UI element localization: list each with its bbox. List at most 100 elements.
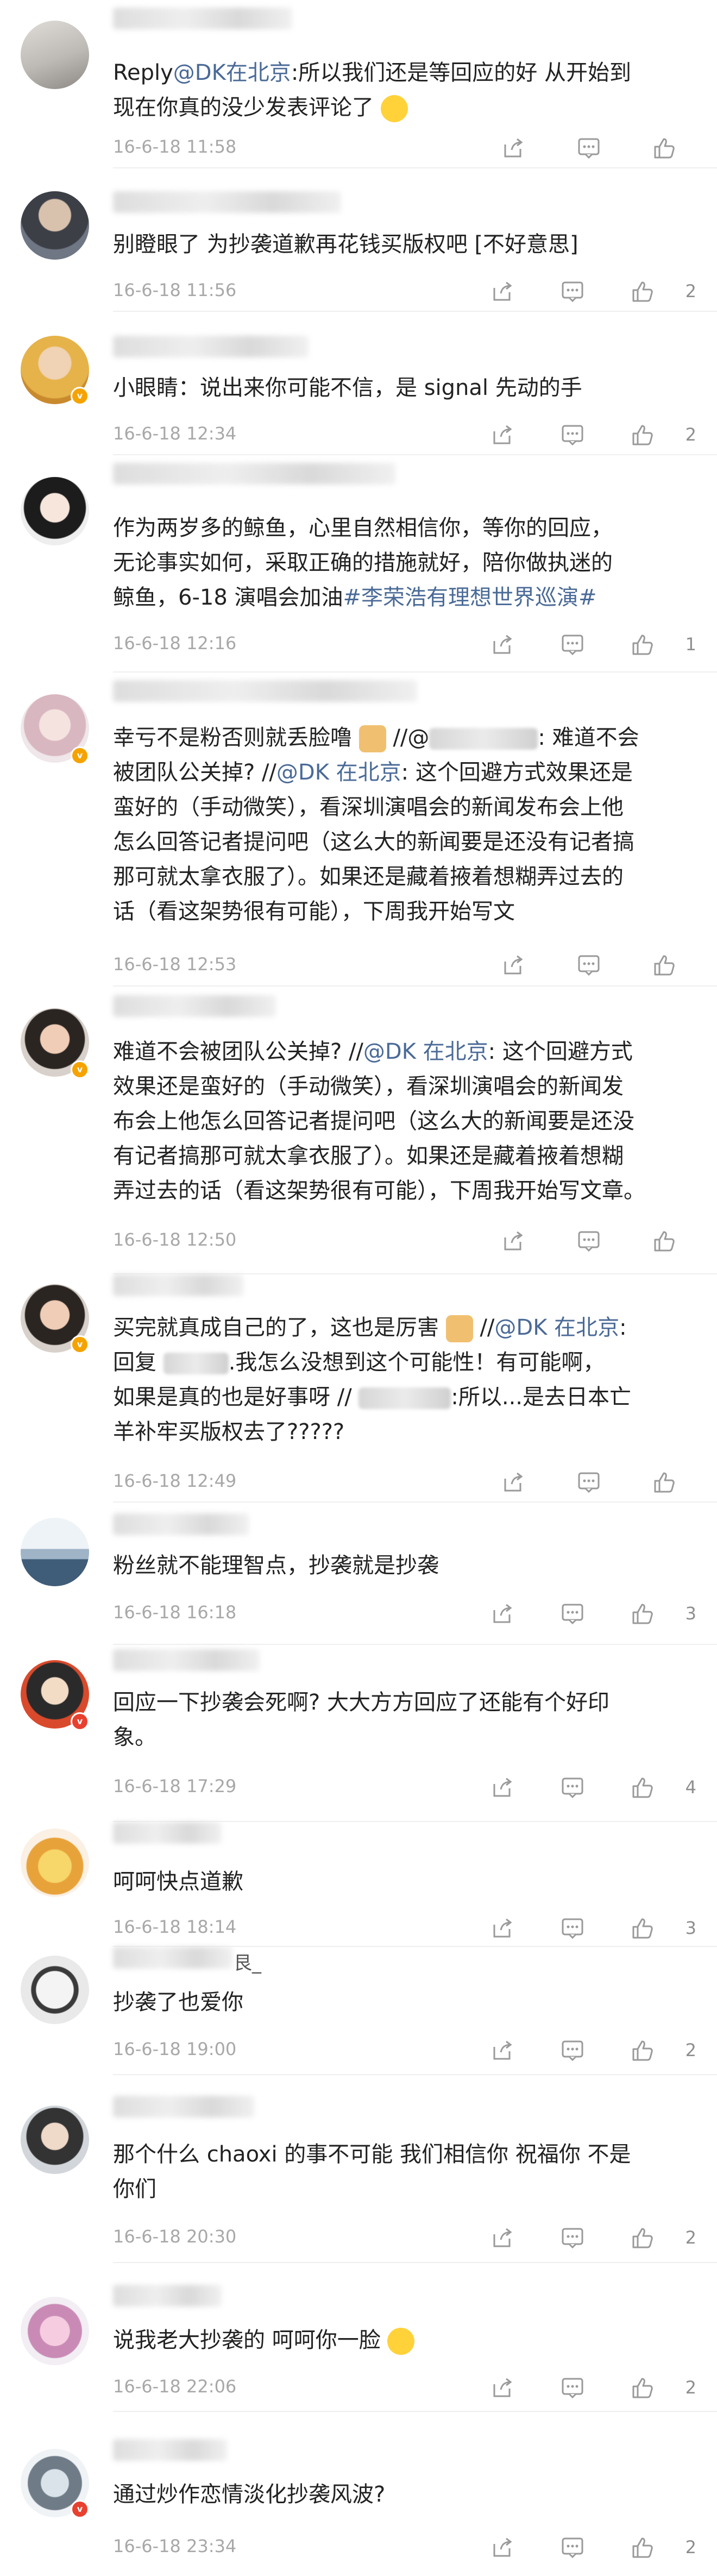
- like-count: 3: [685, 1918, 696, 1938]
- comment-text: 幸亏不是粉否则就丢脸噜 //@: 难道不会 被团队公关掉? //@DK 在北京:…: [113, 725, 639, 924]
- comment-icon[interactable]: [576, 1469, 602, 1495]
- comment-time: 16-6-18 11:58: [113, 136, 237, 157]
- like-icon[interactable]: [630, 2374, 656, 2401]
- comment-icon[interactable]: [559, 278, 586, 304]
- like-icon[interactable]: [630, 1774, 656, 1800]
- comment-icon[interactable]: [576, 135, 602, 161]
- comment-icon[interactable]: [559, 1774, 586, 1800]
- like-count: 4: [685, 1777, 696, 1798]
- like-count: 3: [685, 1603, 696, 1624]
- like-icon[interactable]: [652, 1228, 678, 1254]
- blurred-username[interactable]: [163, 1353, 229, 1374]
- username-blurred[interactable]: [113, 8, 292, 29]
- avatar[interactable]: [21, 191, 89, 260]
- username-blurred[interactable]: [113, 191, 341, 213]
- action-bar: 2: [445, 2037, 717, 2063]
- comment-text: 那个什么 chaoxi 的事不可能 我们相信你 祝福你 不是 你们: [113, 2142, 631, 2202]
- share-icon[interactable]: [489, 2225, 515, 2251]
- avatar[interactable]: [21, 1518, 89, 1586]
- share-icon[interactable]: [489, 422, 515, 448]
- comment-item: 呵呵快点道歉 16-6-18 18:14 3: [0, 1822, 717, 1960]
- like-count: 2: [685, 2377, 696, 2398]
- like-icon[interactable]: [652, 1469, 678, 1495]
- like-icon[interactable]: [630, 2534, 656, 2560]
- username-blurred[interactable]: [113, 1947, 232, 1969]
- like-count: 2: [685, 424, 696, 445]
- share-icon[interactable]: [489, 2534, 515, 2560]
- username-blurred[interactable]: [113, 995, 276, 1017]
- share-icon[interactable]: [489, 1915, 515, 1941]
- like-icon[interactable]: [652, 135, 678, 161]
- mention-link[interactable]: @DK 在北京: [363, 1039, 488, 1064]
- comment-time: 16-6-18 17:29: [113, 1776, 237, 1796]
- username-blurred[interactable]: [113, 2439, 227, 2461]
- comment-icon[interactable]: [559, 2534, 586, 2560]
- like-icon[interactable]: [630, 1915, 656, 1941]
- doge-emoji-icon: [445, 1315, 473, 1342]
- username-blurred[interactable]: [113, 2096, 254, 2118]
- comment-item: 别瞪眼了 为抄袭道歉再花钱买版权吧 [不好意思] 16-6-18 11:56 2: [0, 168, 717, 312]
- comment-item: v 小眼睛：说出来你可能不信，是 signal 先动的手 16-6-18 12:…: [0, 312, 717, 455]
- comment-time: 16-6-18 18:14: [113, 1917, 237, 1937]
- comment-item: v 通过炒作恋情淡化抄袭风波? 16-6-18 23:34 2: [0, 2421, 717, 2576]
- like-icon[interactable]: [630, 422, 656, 448]
- share-icon[interactable]: [489, 2374, 515, 2401]
- avatar[interactable]: [21, 1829, 89, 1897]
- username-blurred[interactable]: [113, 1649, 260, 1671]
- hashtag-link[interactable]: #李荣浩有理想世界巡演#: [343, 585, 597, 610]
- avatar[interactable]: [21, 2106, 89, 2174]
- action-bar: 3: [445, 1915, 717, 1941]
- comment-icon[interactable]: [559, 2225, 586, 2251]
- username-blurred[interactable]: [113, 2285, 222, 2307]
- comment-item: 艮_ 抄袭了也爱你 16-6-18 19:00 2: [0, 1946, 717, 2088]
- share-icon[interactable]: [489, 278, 515, 304]
- mention-link[interactable]: @DK 在北京: [494, 1315, 619, 1340]
- comment-time: 16-6-18 19:00: [113, 2039, 237, 2059]
- comment-time: 16-6-18 12:34: [113, 423, 237, 444]
- action-bar: 1: [445, 631, 717, 657]
- share-icon[interactable]: [500, 1469, 526, 1495]
- comment-icon[interactable]: [576, 952, 602, 978]
- avatar[interactable]: [21, 21, 89, 89]
- like-icon[interactable]: [630, 2037, 656, 2063]
- username-blurred[interactable]: [113, 1274, 243, 1296]
- username-blurred[interactable]: [113, 680, 417, 702]
- comment-icon[interactable]: [559, 1600, 586, 1626]
- comment-icon[interactable]: [576, 1228, 602, 1254]
- share-icon[interactable]: [489, 2037, 515, 2063]
- like-icon[interactable]: [630, 278, 656, 304]
- username-blurred[interactable]: [113, 1513, 249, 1535]
- comment-icon[interactable]: [559, 422, 586, 448]
- comment-icon[interactable]: [559, 2374, 586, 2401]
- share-icon[interactable]: [500, 1228, 526, 1254]
- comment-icon[interactable]: [559, 2037, 586, 2063]
- like-icon[interactable]: [630, 1600, 656, 1626]
- share-icon[interactable]: [489, 1600, 515, 1626]
- comment-text: 别瞪眼了 为抄袭道歉再花钱买版权吧 [不好意思]: [113, 232, 578, 257]
- like-count: 2: [685, 281, 696, 301]
- comment-item: 说我老大抄袭的 呵呵你一脸 16-6-18 22:06 2: [0, 2263, 717, 2421]
- share-icon[interactable]: [489, 1774, 515, 1800]
- action-bar: 2: [445, 422, 717, 448]
- mention-link[interactable]: @DK 在北京: [276, 760, 401, 785]
- comment-icon[interactable]: [559, 1915, 586, 1941]
- like-icon[interactable]: [630, 2225, 656, 2251]
- avatar[interactable]: [21, 477, 89, 545]
- blurred-username[interactable]: [358, 1387, 451, 1409]
- avatar[interactable]: [21, 1956, 89, 2024]
- username-blurred[interactable]: [113, 1822, 222, 1844]
- username-blurred[interactable]: [113, 336, 309, 357]
- comment-icon[interactable]: [559, 631, 586, 657]
- avatar[interactable]: [21, 2297, 89, 2365]
- blurred-username[interactable]: [429, 728, 538, 750]
- comment-time: 16-6-18 11:56: [113, 280, 237, 300]
- username-blurred[interactable]: [113, 463, 395, 485]
- share-icon[interactable]: [489, 631, 515, 657]
- like-icon[interactable]: [652, 952, 678, 978]
- doge-emoji-icon: [358, 725, 386, 752]
- mention-link[interactable]: @DK在北京: [173, 60, 291, 85]
- action-bar: 2: [445, 2534, 717, 2560]
- like-icon[interactable]: [630, 631, 656, 657]
- share-icon[interactable]: [500, 135, 526, 161]
- share-icon[interactable]: [500, 952, 526, 978]
